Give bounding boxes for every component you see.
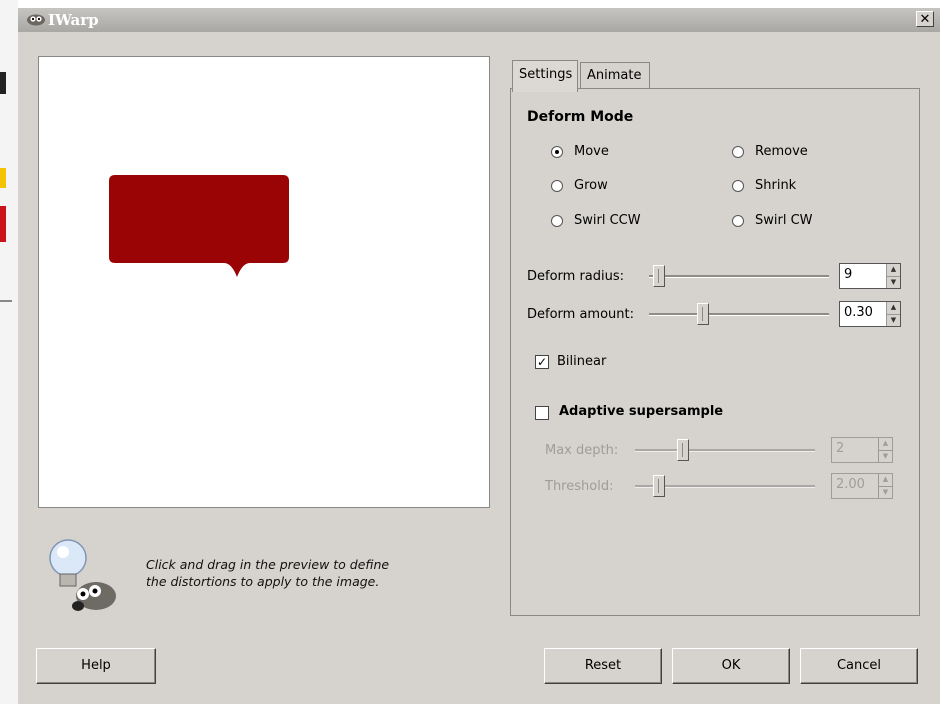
settings-panel: Deform Mode Move Remove Grow Shrink Swir…: [510, 88, 920, 616]
title-bar[interactable]: IWarp ✕: [18, 8, 940, 32]
deform-radius-label: Deform radius:: [527, 269, 625, 284]
adaptive-supersample-label: Adaptive supersample: [559, 404, 724, 419]
bilinear-label: Bilinear: [557, 354, 607, 369]
gimp-icon: [27, 14, 45, 26]
deform-radius-handle[interactable]: [653, 265, 665, 287]
deform-amount-handle[interactable]: [697, 303, 709, 325]
deform-radius-track[interactable]: [649, 275, 829, 278]
bilinear-checkbox[interactable]: ✓: [535, 355, 549, 369]
threshold-value: 2.00: [836, 477, 865, 492]
hint-line-1: Click and drag in the preview to define: [146, 557, 390, 572]
remove-label: Remove: [755, 144, 808, 159]
max-depth-spinner[interactable]: 2 ▲ ▼: [831, 437, 893, 463]
deform-amount-label: Deform amount:: [527, 307, 634, 322]
remove-radio[interactable]: [732, 146, 744, 158]
shrink-radio[interactable]: [732, 180, 744, 192]
swirl-ccw-label: Swirl CCW: [574, 213, 641, 228]
preview-image: [109, 175, 289, 277]
grow-label: Grow: [574, 178, 608, 193]
tab-settings[interactable]: Settings: [512, 60, 578, 92]
move-label: Move: [574, 144, 609, 159]
cancel-button[interactable]: Cancel: [800, 648, 918, 684]
window-title: IWarp: [48, 11, 99, 29]
swirl-cw-radio[interactable]: [732, 215, 744, 227]
deform-radius-spinner[interactable]: 9 ▲ ▼: [839, 263, 901, 289]
threshold-handle[interactable]: [653, 475, 665, 497]
grow-radio[interactable]: [551, 180, 563, 192]
close-icon: ✕: [919, 12, 931, 27]
threshold-label: Threshold:: [545, 479, 614, 494]
max-depth-value: 2: [836, 441, 845, 456]
ok-button[interactable]: OK: [672, 648, 790, 684]
max-depth-track[interactable]: [635, 449, 815, 452]
max-depth-stepper[interactable]: ▲ ▼: [878, 438, 892, 462]
deform-mode-title: Deform Mode: [527, 109, 634, 125]
preview-hint: Click and drag in the preview to define …: [146, 556, 446, 590]
max-depth-label: Max depth:: [545, 443, 619, 458]
max-depth-handle[interactable]: [677, 439, 689, 461]
lightbulb-wilber-icon: [49, 539, 116, 611]
move-radio[interactable]: [551, 146, 563, 158]
swirl-cw-label: Swirl CW: [755, 213, 813, 228]
threshold-spinner[interactable]: 2.00 ▲ ▼: [831, 473, 893, 499]
deform-amount-stepper[interactable]: ▲ ▼: [886, 302, 900, 326]
deform-amount-spinner[interactable]: 0.30 ▲ ▼: [839, 301, 901, 327]
deform-radius-value: 9: [844, 267, 853, 282]
reset-button[interactable]: Reset: [544, 648, 662, 684]
deform-amount-value: 0.30: [844, 305, 873, 320]
iwarp-dialog: IWarp ✕ Click and drag in the preview to…: [18, 8, 940, 704]
help-button[interactable]: Help: [36, 648, 156, 684]
background-window-strip: [0, 0, 18, 704]
preview-canvas[interactable]: [38, 56, 490, 508]
deform-radius-stepper[interactable]: ▲ ▼: [886, 264, 900, 288]
threshold-stepper[interactable]: ▲ ▼: [878, 474, 892, 498]
speech-bubble-shape: [109, 175, 289, 277]
swirl-ccw-radio[interactable]: [551, 215, 563, 227]
shrink-label: Shrink: [755, 178, 797, 193]
deform-amount-track[interactable]: [649, 313, 829, 316]
tab-animate[interactable]: Animate: [580, 62, 650, 90]
hint-line-2: the distortions to apply to the image.: [146, 574, 380, 589]
close-button[interactable]: ✕: [916, 11, 934, 27]
adaptive-supersample-checkbox[interactable]: [535, 406, 549, 420]
